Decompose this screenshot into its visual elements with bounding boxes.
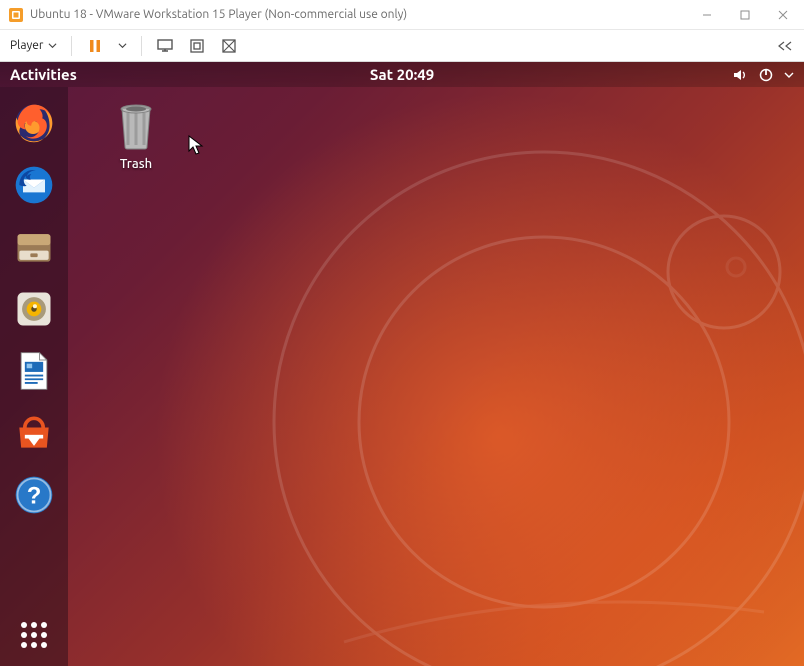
dock-ubuntu-software[interactable] xyxy=(10,409,58,457)
trash-label: Trash xyxy=(120,157,152,171)
minimize-button[interactable] xyxy=(690,1,724,29)
show-apps-button[interactable] xyxy=(21,622,47,648)
window-titlebar: Ubuntu 18 - VMware Workstation 15 Player… xyxy=(0,0,804,30)
pause-icon xyxy=(86,37,104,55)
pause-button[interactable] xyxy=(82,35,108,57)
svg-text:?: ? xyxy=(27,482,42,509)
window-controls xyxy=(690,1,800,29)
trash-desktop-icon[interactable]: Trash xyxy=(98,101,174,171)
player-menu-label: Player xyxy=(10,39,43,52)
help-icon: ? xyxy=(12,473,56,517)
maximize-button[interactable] xyxy=(728,1,762,29)
vmware-icon xyxy=(8,7,24,23)
close-button[interactable] xyxy=(766,1,800,29)
clock[interactable]: Sat 20:49 xyxy=(370,66,434,83)
fullscreen-icon xyxy=(188,37,206,55)
desktop[interactable]: Trash xyxy=(68,87,804,666)
dock-firefox[interactable] xyxy=(10,99,58,147)
chevron-down-icon xyxy=(784,70,794,80)
collapse-toolbar-button[interactable] xyxy=(772,39,798,53)
dock-thunderbird[interactable] xyxy=(10,161,58,209)
system-menu[interactable] xyxy=(732,67,794,83)
files-icon xyxy=(12,225,56,269)
thunderbird-icon xyxy=(12,163,56,207)
trash-icon xyxy=(112,101,160,153)
power-icon xyxy=(758,67,774,83)
dock: ? xyxy=(0,87,68,666)
volume-icon xyxy=(732,67,748,83)
vmware-toolbar: Player xyxy=(0,30,804,62)
dock-files[interactable] xyxy=(10,223,58,271)
dock-help[interactable]: ? xyxy=(10,471,58,519)
player-menu[interactable]: Player xyxy=(6,37,61,54)
guest-viewport: Activities Sat 20:49 xyxy=(0,62,804,666)
writer-icon xyxy=(12,349,56,393)
unity-icon xyxy=(220,37,238,55)
fullscreen-button[interactable] xyxy=(184,35,210,57)
chevron-double-left-icon xyxy=(776,41,794,51)
window-title: Ubuntu 18 - VMware Workstation 15 Player… xyxy=(30,8,690,21)
unity-button[interactable] xyxy=(216,35,242,57)
firefox-icon xyxy=(12,101,56,145)
dock-libreoffice-writer[interactable] xyxy=(10,347,58,395)
cursor xyxy=(188,135,204,161)
monitor-icon xyxy=(156,37,174,55)
power-menu-button[interactable] xyxy=(114,39,131,52)
gnome-top-bar: Activities Sat 20:49 xyxy=(0,62,804,87)
dock-rhythmbox[interactable] xyxy=(10,285,58,333)
activities-button[interactable]: Activities xyxy=(10,66,77,83)
cursor-icon xyxy=(188,135,204,157)
software-icon xyxy=(12,411,56,455)
rhythmbox-icon xyxy=(12,287,56,331)
send-ctrl-alt-del-button[interactable] xyxy=(152,35,178,57)
